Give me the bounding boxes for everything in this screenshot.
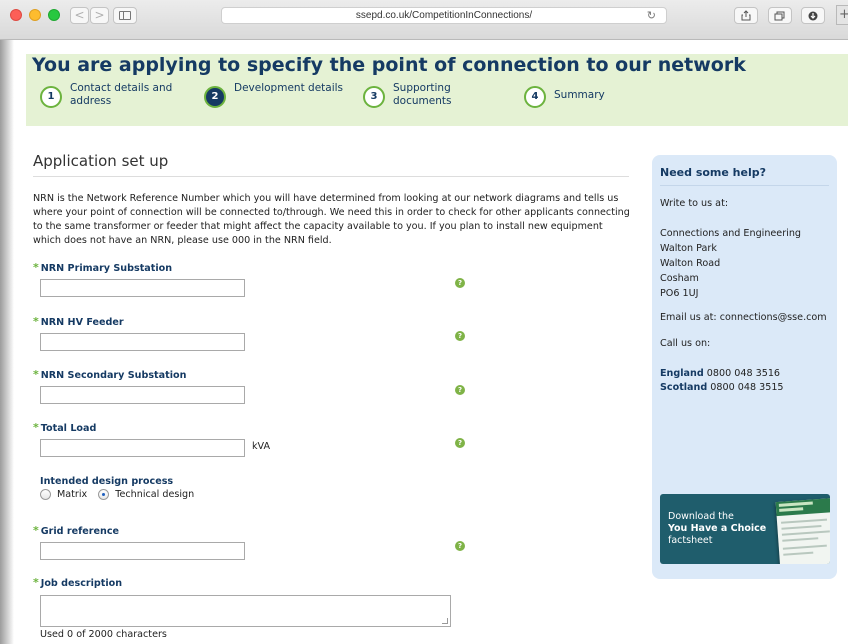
grid-reference-label: * Grid reference <box>33 524 120 537</box>
hv-feeder-input[interactable] <box>40 333 245 351</box>
design-process-label: Intended design process <box>40 476 174 487</box>
required-marker: * <box>33 368 39 381</box>
address-line: Walton Park <box>660 243 717 254</box>
grid-reference-input[interactable] <box>40 542 245 560</box>
address-line: PO6 1UJ <box>660 288 699 299</box>
technical-design-radio[interactable] <box>98 489 110 500</box>
step-label: Supporting documents <box>393 82 452 107</box>
factsheet-download-link[interactable]: Download the You Have a Choice factsheet <box>660 494 830 564</box>
address-line: Connections and Engineering <box>660 228 801 239</box>
factsheet-text: Download the You Have a Choice factsheet <box>668 511 767 546</box>
progress-header: You are applying to specify the point of… <box>26 54 848 126</box>
help-icon[interactable]: ? <box>455 278 465 288</box>
call-us: Call us on: <box>660 338 711 349</box>
write-to-us: Write to us at: <box>660 198 729 209</box>
help-icon[interactable]: ? <box>455 385 465 395</box>
required-marker: * <box>33 261 39 274</box>
help-icon[interactable]: ? <box>455 541 465 551</box>
matrix-radio-label: Matrix <box>57 489 88 500</box>
email-link[interactable]: Email us at: connections@sse.com <box>660 310 827 325</box>
step-label: Summary <box>554 89 605 101</box>
help-panel-title: Need some help? <box>660 166 767 179</box>
step-number: 3 <box>363 86 385 108</box>
help-panel: Need some help? Write to us at: Connecti… <box>652 155 837 579</box>
minimize-window-button[interactable] <box>29 9 41 21</box>
required-marker: * <box>33 421 39 434</box>
primary-substation-input[interactable] <box>40 279 245 297</box>
page-title: You are applying to specify the point of… <box>32 54 746 76</box>
secondary-substation-label: * NRN Secondary Substation <box>33 368 187 381</box>
zoom-window-button[interactable] <box>48 9 60 21</box>
total-load-label: * Total Load <box>33 421 97 434</box>
address-url: ssepd.co.uk/CompetitionInConnections/ <box>355 10 533 21</box>
section-title: Application set up <box>33 152 169 170</box>
section-divider <box>33 176 629 177</box>
new-tab-button[interactable]: + <box>836 5 848 25</box>
step-number: 2 <box>204 86 226 108</box>
close-window-button[interactable] <box>10 9 22 21</box>
technical-design-radio-label: Technical design <box>115 489 195 500</box>
back-icon[interactable]: < <box>70 7 89 24</box>
design-process-options: Matrix Technical design <box>40 489 202 503</box>
help-icon[interactable]: ? <box>455 438 465 448</box>
required-marker: * <box>33 315 39 328</box>
factsheet-thumbnail <box>775 498 830 564</box>
step-label: Development details <box>234 82 344 94</box>
hv-feeder-label: * NRN HV Feeder <box>33 315 124 328</box>
reload-icon[interactable]: ↻ <box>647 9 656 24</box>
job-description-label: * Job description <box>33 576 123 589</box>
total-load-input[interactable] <box>40 439 245 457</box>
help-icon[interactable]: ? <box>455 331 465 341</box>
browser-toolbar: < > ssepd.co.uk/CompetitionInConnections… <box>0 0 848 40</box>
download-icon[interactable] <box>801 7 825 24</box>
matrix-radio[interactable] <box>40 489 51 500</box>
address-line: Walton Road <box>660 258 721 269</box>
required-marker: * <box>33 576 39 589</box>
forward-icon[interactable]: > <box>90 7 109 24</box>
step-number: 1 <box>40 86 62 108</box>
required-marker: * <box>33 524 39 537</box>
address-bar[interactable]: ssepd.co.uk/CompetitionInConnections/ ↻ <box>221 7 667 24</box>
primary-substation-label: * NRN Primary Substation <box>33 261 173 274</box>
job-description-textarea[interactable] <box>40 595 451 627</box>
phone-scotland: Scotland 0800 048 3515 <box>660 382 784 393</box>
character-counter: Used 0 of 2000 characters <box>40 629 167 640</box>
address-line: Cosham <box>660 273 699 284</box>
window-shadow <box>0 40 14 644</box>
sidebar-icon[interactable] <box>113 7 137 24</box>
help-panel-divider <box>660 185 829 186</box>
share-icon[interactable] <box>734 7 758 24</box>
step-label: Contact details and address <box>70 82 173 107</box>
step-number: 4 <box>524 86 546 108</box>
tabs-icon[interactable] <box>768 7 792 24</box>
total-load-unit: kVA <box>252 441 271 452</box>
secondary-substation-input[interactable] <box>40 386 245 404</box>
phone-england: England 0800 048 3516 <box>660 368 781 379</box>
intro-text: NRN is the Network Reference Number whic… <box>33 193 630 246</box>
